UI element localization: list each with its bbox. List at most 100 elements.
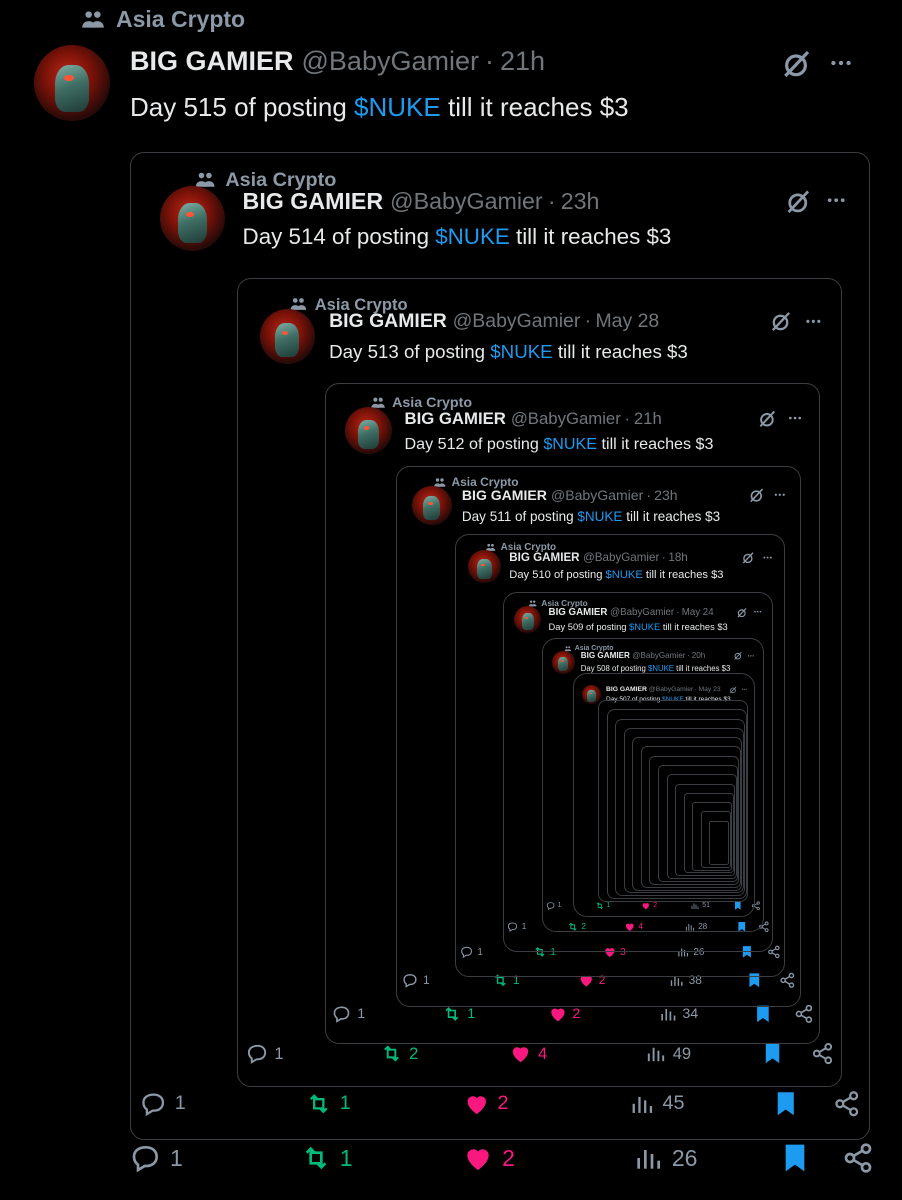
author-name[interactable]: BIG GAMIER [509,551,579,564]
author-handle[interactable]: @BabyGamier [632,651,685,660]
share-button[interactable] [779,972,796,989]
separator-dot: · [484,46,494,76]
like-button[interactable]: 4 [509,1042,547,1065]
timestamp[interactable]: May 24 [682,607,714,618]
timestamp[interactable]: 21h [634,409,662,429]
views-button[interactable]: 45 [628,1090,685,1118]
author-handle[interactable]: @BabyGamier [610,607,674,618]
more-icon[interactable] [787,410,803,426]
avatar-face [423,495,441,521]
like-count: 2 [502,1144,515,1171]
community-name[interactable]: Asia Crypto [116,6,245,33]
more-icon[interactable] [762,552,773,563]
views-count: 49 [672,1043,692,1063]
like-button[interactable]: 2 [463,1090,509,1118]
community-context[interactable]: Asia Crypto [80,6,245,33]
more-icon[interactable] [773,488,787,502]
repost-button[interactable]: 2 [380,1042,418,1065]
author-handle[interactable]: @BabyGamier [511,409,621,429]
avatar[interactable] [412,485,452,526]
avatar[interactable] [468,550,501,584]
separator-dot: · [661,551,666,565]
bookmark-button[interactable] [779,1142,811,1174]
avatar[interactable] [34,45,110,121]
grok-icon[interactable] [780,48,812,80]
author-name[interactable]: BIG GAMIER [405,409,506,429]
reply-button[interactable]: 1 [130,1142,183,1174]
grok-icon[interactable] [741,551,755,565]
author-name[interactable]: BIG GAMIER [130,46,294,77]
author-name[interactable]: BIG GAMIER [462,487,547,503]
author-name[interactable]: BIG GAMIER [549,607,608,618]
share-button[interactable] [794,1004,814,1024]
reply-button[interactable]: 1 [402,972,430,989]
timestamp[interactable]: 21h [500,46,545,77]
more-icon[interactable] [828,50,854,76]
cashtag-link[interactable]: $NUKE [629,622,660,632]
reply-button[interactable]: 1 [332,1004,365,1024]
author-name[interactable]: BIG GAMIER [606,686,647,693]
more-icon[interactable] [741,686,748,693]
reply-button[interactable]: 1 [507,921,526,933]
reply-button[interactable]: 1 [460,945,483,959]
cashtag-link[interactable]: $NUKE [435,224,510,249]
repost-count: 1 [467,1005,476,1022]
avatar[interactable] [260,308,315,364]
author-handle[interactable]: @BabyGamier [583,551,659,564]
timestamp[interactable]: May 28 [595,310,659,333]
cashtag-link[interactable]: $NUKE [354,92,441,122]
timestamp[interactable]: May 23 [699,686,721,693]
cashtag-link[interactable]: $NUKE [577,509,622,524]
share-button[interactable] [833,1090,861,1118]
author-handle[interactable]: @BabyGamier [551,487,643,503]
author-handle[interactable]: @BabyGamier [453,310,581,333]
tweet-text: Day 513 of posting $NUKE till it reaches… [329,341,688,363]
author-handle[interactable]: @BabyGamier [649,686,693,693]
timestamp[interactable]: 18h [668,551,687,564]
author-name[interactable]: BIG GAMIER [243,188,384,215]
cashtag-link[interactable]: $NUKE [543,435,597,453]
timestamp[interactable]: 23h [654,487,677,503]
reply-button[interactable]: 1 [246,1042,284,1065]
views-button[interactable]: 49 [644,1042,691,1065]
repost-button[interactable]: 1 [305,1090,351,1118]
share-button[interactable] [842,1142,874,1174]
reply-button[interactable]: 1 [140,1090,186,1118]
repost-button[interactable]: 1 [300,1142,353,1174]
views-button[interactable]: 26 [632,1142,697,1174]
bookmark-button[interactable] [761,1042,784,1065]
grok-icon[interactable] [769,310,792,333]
timestamp[interactable]: 23h [561,188,600,215]
author-handle[interactable]: @BabyGamier [390,188,543,215]
avatar[interactable] [552,650,575,674]
avatar-face [358,419,379,449]
like-count: 4 [537,1043,548,1063]
avatar[interactable] [582,685,601,704]
reply-count: 1 [477,946,483,958]
grok-icon[interactable] [733,651,743,661]
grok-icon[interactable] [729,686,737,694]
author-name[interactable]: BIG GAMIER [329,310,447,333]
author-handle[interactable]: @BabyGamier [302,46,479,77]
like-button[interactable]: 2 [462,1142,515,1174]
bookmark-button[interactable] [772,1090,800,1118]
grok-icon[interactable] [748,487,765,504]
cashtag-link[interactable]: $NUKE [490,341,552,362]
more-icon[interactable] [804,312,823,331]
timestamp[interactable]: 20h [692,651,706,660]
cashtag-link[interactable]: $NUKE [648,664,674,673]
grok-icon[interactable] [736,607,748,619]
like-count: 2 [572,1005,581,1022]
avatar-eye [589,692,592,695]
grok-icon[interactable] [784,188,812,216]
author-name[interactable]: BIG GAMIER [581,651,630,660]
tweet-header: BIG GAMIER @BabyGamier · May 28 [329,310,659,333]
tweet-header: BIG GAMIER @BabyGamier · 23h [243,188,600,215]
share-button[interactable] [811,1042,834,1065]
more-icon[interactable] [825,189,847,211]
reply-button[interactable]: 1 [546,901,561,911]
cashtag-link[interactable]: $NUKE [606,569,643,581]
more-icon[interactable] [747,652,755,660]
more-icon[interactable] [753,607,762,616]
grok-icon[interactable] [757,409,777,429]
